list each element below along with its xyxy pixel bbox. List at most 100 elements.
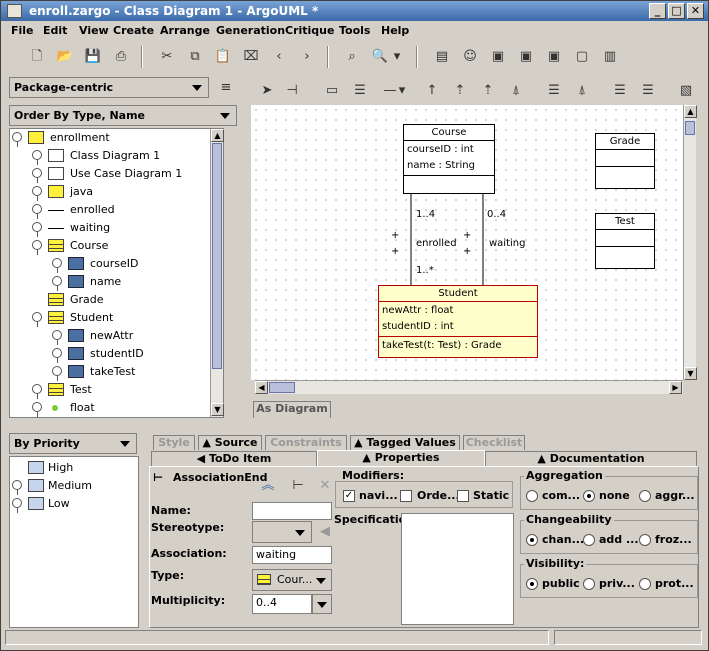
menu-tools[interactable]: Tools [339, 24, 370, 37]
scroll-down-icon[interactable]: ▼ [211, 403, 224, 416]
tab-documentation[interactable]: ▲ Documentation [485, 451, 697, 466]
add-only-radio[interactable] [583, 534, 595, 546]
find-icon[interactable]: ⌕ [341, 46, 363, 68]
scroll-thumb[interactable] [685, 121, 695, 135]
uml-class-grade[interactable]: Grade [595, 133, 655, 189]
generalization-tool-icon[interactable]: ↑ [421, 80, 443, 102]
save-icon[interactable]: 💾 [82, 46, 104, 68]
print-icon[interactable]: ⎙ [110, 46, 132, 68]
chevron-down-icon[interactable]: ▾ [396, 80, 408, 102]
tab-source[interactable]: ▲ Source [198, 435, 262, 450]
visibility-public-radio[interactable] [526, 578, 538, 590]
explorer-scrollbar[interactable]: ▲ ▼ [210, 129, 224, 417]
priority-combo[interactable]: By Priority [9, 433, 137, 454]
class-tool-icon[interactable]: ☰ [349, 80, 371, 102]
name-field[interactable] [252, 502, 332, 520]
menu-view[interactable]: View [79, 24, 109, 37]
uml-class-test[interactable]: Test [595, 213, 655, 269]
tab-checklist[interactable]: Checklist [463, 435, 525, 450]
copy-icon[interactable]: ⧉ [184, 46, 206, 68]
menu-edit[interactable]: Edit [43, 24, 67, 37]
uml-class-course[interactable]: Course courseID : int name : String [403, 124, 495, 194]
deploy-diagram-tool-icon[interactable]: ▢ [571, 46, 593, 68]
usecase-diagram-icon [48, 167, 64, 180]
ordered-checkbox[interactable] [400, 490, 412, 502]
association-end-icon[interactable]: ⊢ [287, 475, 309, 497]
delete-icon[interactable]: ⌧ [240, 46, 262, 68]
chevron-down-icon[interactable]: ▾ [391, 46, 403, 68]
menu-arrange[interactable]: Arrange [160, 24, 210, 37]
tab-constraints[interactable]: Constraints [265, 435, 347, 450]
uml-class-student[interactable]: Student newAttr : float studentID : int … [378, 285, 538, 358]
distribute-tool-icon[interactable]: ☰ [637, 80, 659, 102]
select-icon[interactable]: ➤ [256, 80, 278, 102]
broom-icon[interactable]: ⊣ [281, 80, 303, 102]
class-diagram-tool-icon[interactable]: ▤ [431, 46, 453, 68]
changeable-radio[interactable] [526, 534, 538, 546]
close-button[interactable]: ✕ [687, 3, 704, 19]
aggregation-none-radio[interactable] [583, 490, 595, 502]
cut-icon[interactable]: ✂ [156, 46, 178, 68]
menu-file[interactable]: File [11, 24, 34, 37]
static-checkbox[interactable] [457, 490, 469, 502]
delete-icon[interactable]: ✕ [314, 475, 336, 497]
package-tool-icon[interactable]: ▭ [321, 80, 343, 102]
multiplicity-dropdown[interactable] [312, 594, 332, 614]
aggregation-composite-radio[interactable] [526, 490, 538, 502]
dependency-tool-icon[interactable]: ⇡ [449, 80, 471, 102]
menu-generation[interactable]: Generation [216, 24, 285, 37]
maximize-button[interactable]: □ [668, 3, 685, 19]
tab-properties[interactable]: ▲ Properties [317, 450, 485, 466]
activity-diagram-tool-icon[interactable]: ▣ [515, 46, 537, 68]
scroll-up-icon[interactable]: ▲ [684, 105, 697, 118]
stereotype-combo[interactable] [252, 521, 312, 543]
visibility-private-radio[interactable] [583, 578, 595, 590]
new-icon[interactable]: 🗋 [26, 46, 48, 68]
menu-critique[interactable]: Critique [285, 24, 334, 37]
visibility-protected-radio[interactable] [639, 578, 651, 590]
navigate-up-icon[interactable]: ︽ [257, 475, 279, 497]
stereotype-nav-icon[interactable]: ◀ [314, 521, 336, 543]
frozen-radio[interactable] [639, 534, 651, 546]
back-icon[interactable]: ‹ [268, 46, 290, 68]
scroll-right-icon[interactable]: ▶ [669, 381, 682, 394]
scroll-down-icon[interactable]: ▼ [684, 367, 697, 380]
type-combo[interactable]: Cour... [252, 569, 332, 591]
forward-icon[interactable]: › [296, 46, 318, 68]
scroll-thumb[interactable] [269, 382, 295, 393]
order-combo[interactable]: Order By Type, Name [9, 105, 237, 126]
class-diagram-canvas[interactable]: Course courseID : int name : String Grad… [251, 105, 683, 380]
multiplicity-field[interactable]: 0..4 [252, 594, 312, 614]
note-tool-icon[interactable]: ▧ [675, 80, 697, 102]
scroll-left-icon[interactable]: ◀ [255, 381, 268, 394]
operation-tool-icon[interactable]: ⍋ [571, 80, 593, 102]
scroll-thumb[interactable] [212, 143, 222, 369]
tab-todo-item[interactable]: ◀ ToDo Item [151, 451, 317, 466]
diagram-hscroll[interactable]: ◀ ▶ [255, 380, 683, 394]
minimize-button[interactable]: _ [649, 3, 666, 19]
tab-as-diagram[interactable]: As Diagram [253, 401, 331, 418]
collab-diagram-tool-icon[interactable]: ▣ [543, 46, 565, 68]
tab-style[interactable]: Style [153, 435, 195, 450]
perspective-config-icon[interactable]: ≡ [215, 77, 237, 99]
diagram-vscroll[interactable]: ▲ ▼ [683, 105, 697, 380]
menu-help[interactable]: Help [381, 24, 409, 37]
state-diagram-tool-icon[interactable]: ▣ [487, 46, 509, 68]
specification-list[interactable] [401, 513, 514, 625]
open-icon[interactable]: 📂 [54, 46, 76, 68]
aggregation-aggregate-radio[interactable] [639, 490, 651, 502]
association-field[interactable]: waiting [252, 546, 332, 564]
tab-tagged-values[interactable]: ▲ Tagged Values [350, 435, 460, 450]
navigable-checkbox[interactable]: ✓ [343, 490, 355, 502]
attribute-tool-icon[interactable]: ☰ [543, 80, 565, 102]
paste-icon[interactable]: 📋 [212, 46, 234, 68]
menu-create[interactable]: Create [113, 24, 154, 37]
perspective-combo[interactable]: Package-centric [9, 77, 209, 98]
scroll-up-icon[interactable]: ▲ [211, 129, 224, 142]
zoom-icon[interactable]: 🔍 [369, 46, 391, 68]
usecase-diagram-tool-icon[interactable]: ☺ [459, 46, 481, 68]
align-tool-icon[interactable]: ☰ [609, 80, 631, 102]
sequence-diagram-tool-icon[interactable]: ▥ [599, 46, 621, 68]
realization-tool-icon[interactable]: ⇡ [477, 80, 499, 102]
interface-tool-icon[interactable]: ⍋ [505, 80, 527, 102]
